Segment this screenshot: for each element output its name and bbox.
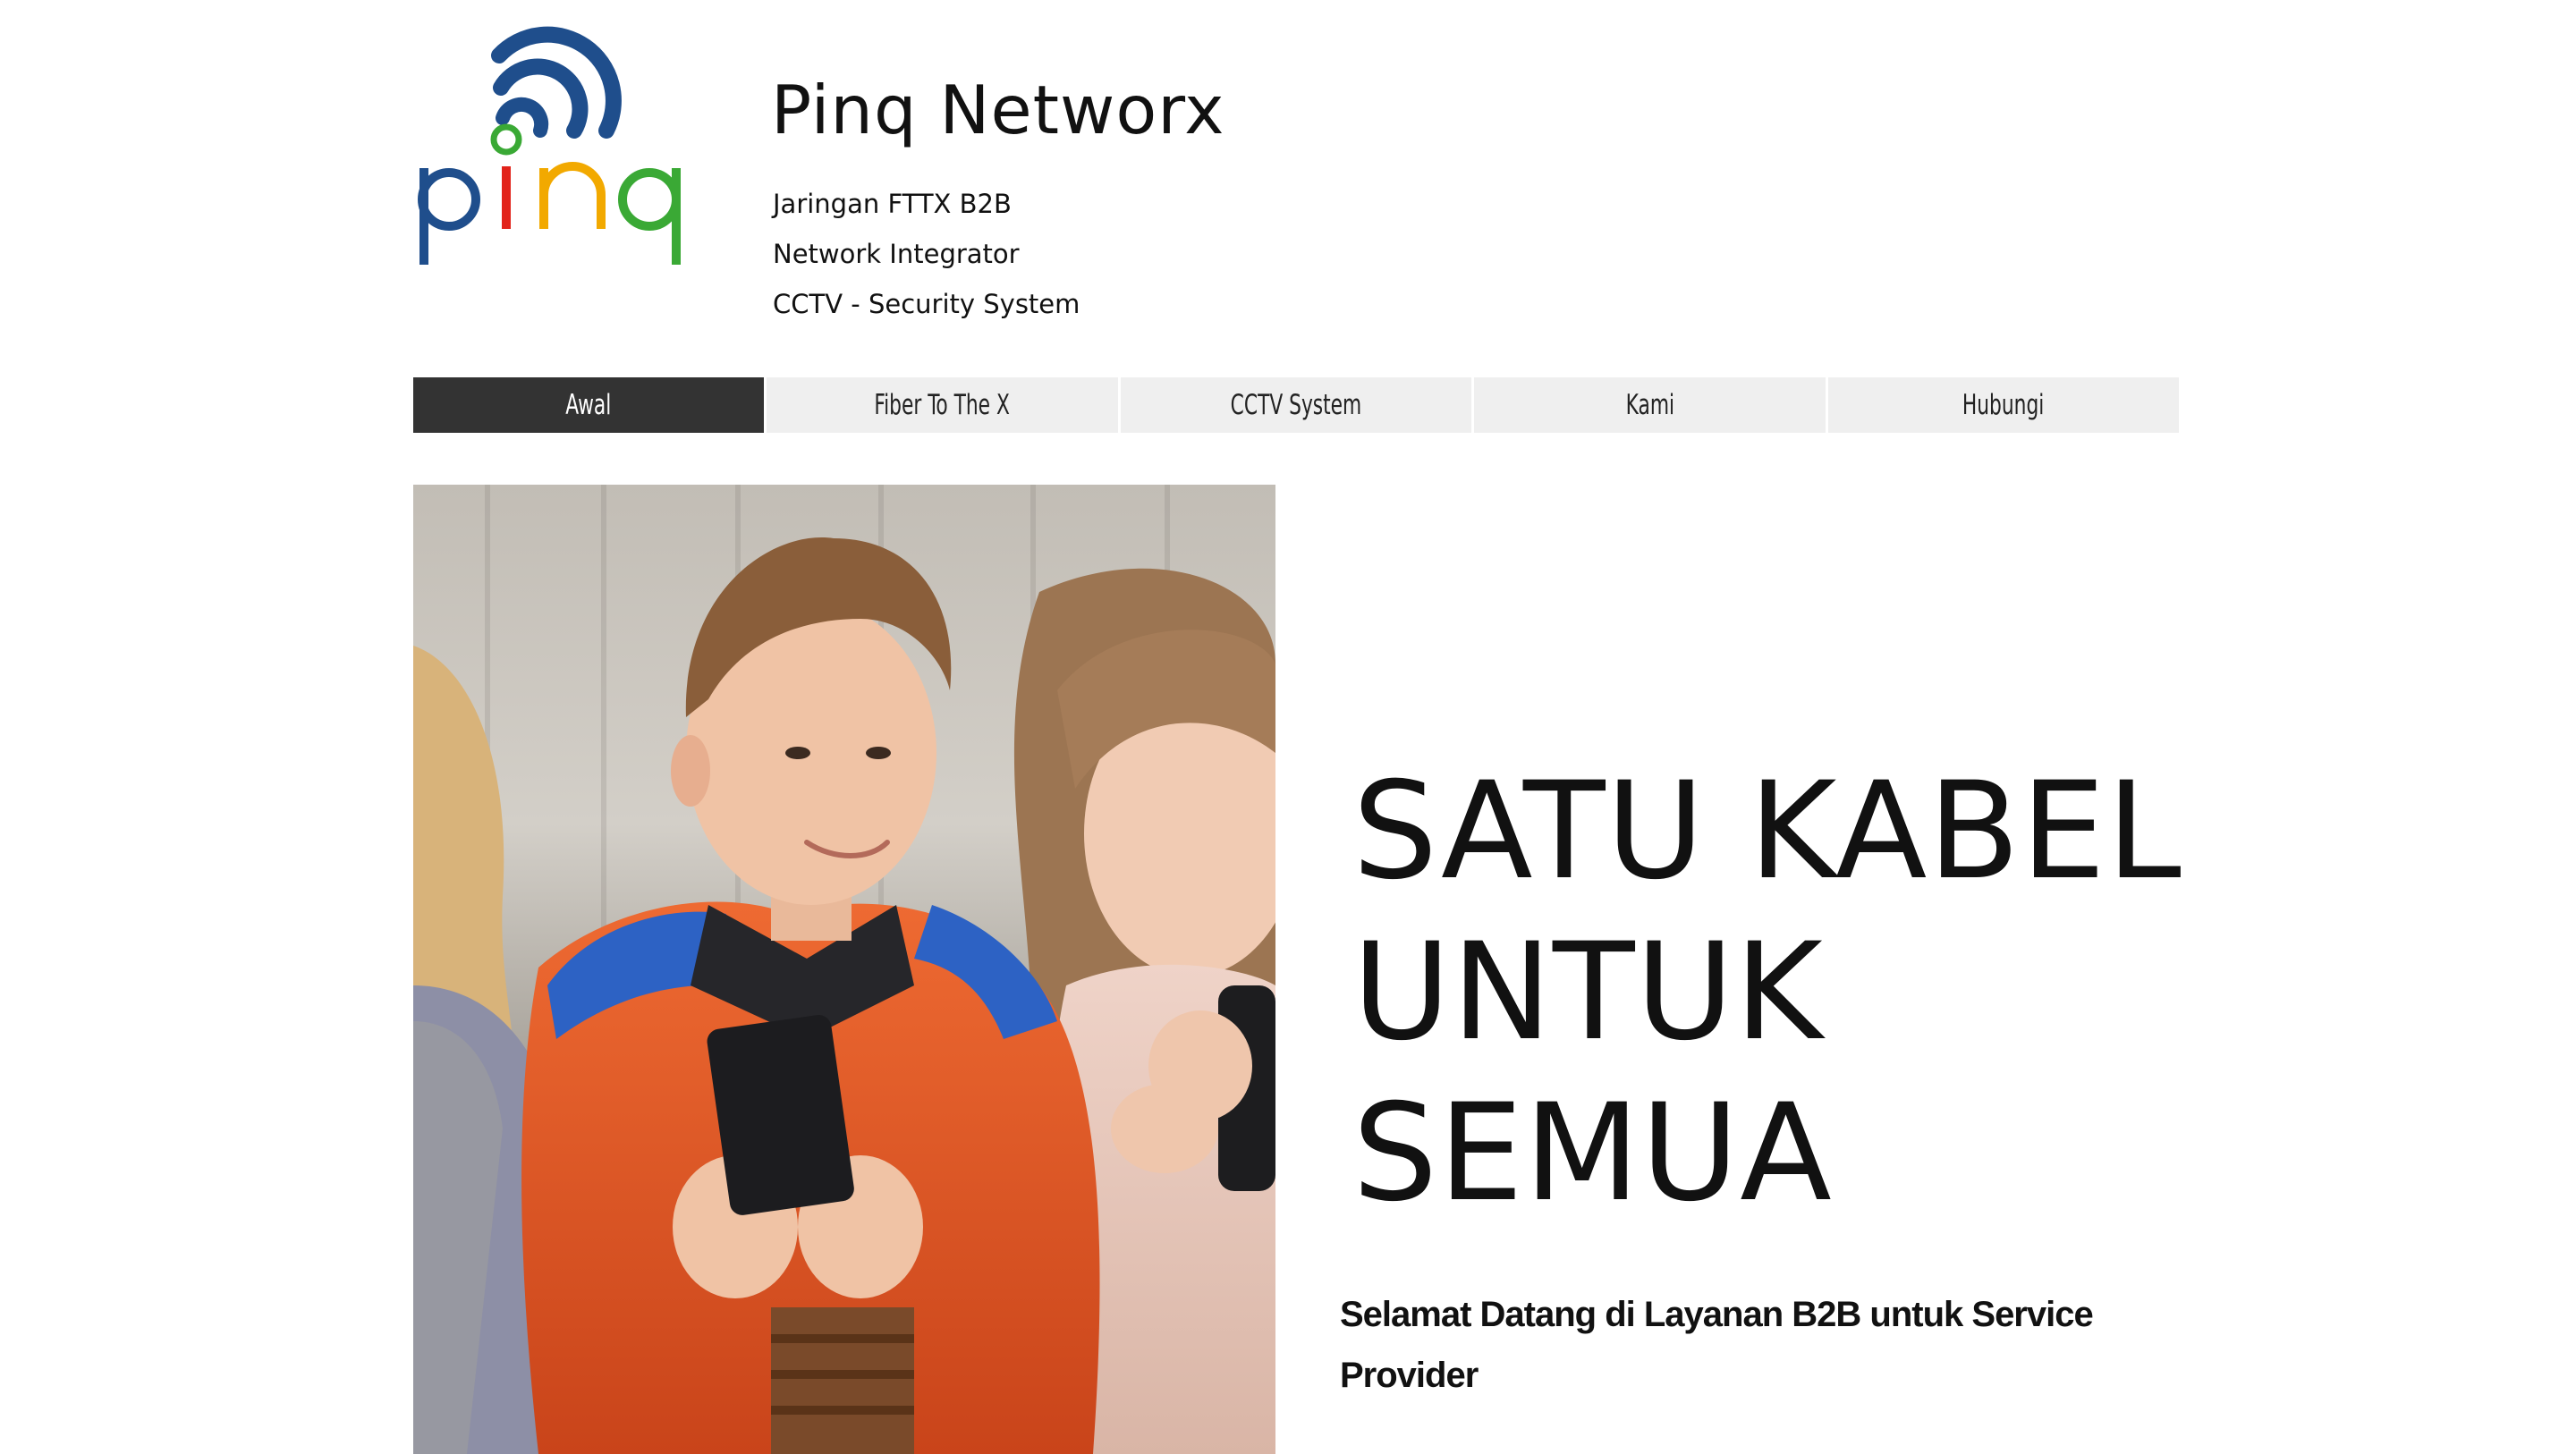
hero-photo (413, 485, 1275, 1454)
nav-item-label: CCTV System (1230, 389, 1362, 421)
headline-line-2: UNTUK (1352, 915, 1824, 1070)
nav-item-label: Kami (1625, 389, 1674, 421)
page: Pinq Networx Jaringan FTTX B2B Network I… (0, 0, 2576, 1454)
children-with-smartphones-photo-icon (413, 485, 1275, 1454)
headline-line-1: SATU KABEL (1352, 754, 2182, 909)
nav-item-fiber-to-the-x[interactable]: Fiber To The X (767, 377, 1118, 433)
taglines: Jaringan FTTX B2B Network Integrator CCT… (773, 179, 1080, 329)
nav-item-label: Hubungi (1962, 389, 2045, 421)
nav-item-cctv-system[interactable]: CCTV System (1120, 377, 1472, 433)
site-title[interactable]: Pinq Networx (771, 77, 1224, 144)
main-nav: Awal Fiber To The X CCTV System Kami Hub… (413, 377, 2180, 433)
headline-line-3: SEMUA (1352, 1076, 1833, 1231)
nav-item-label: Fiber To The X (874, 389, 1011, 421)
nav-item-kami[interactable]: Kami (1474, 377, 1826, 433)
nav-item-label: Awal (565, 389, 612, 421)
tagline-fttx: Jaringan FTTX B2B (773, 189, 1012, 219)
tagline-cctv: CCTV - Security System (773, 289, 1080, 319)
hero-headline: SATU KABEL UNTUK SEMUA (1352, 751, 2182, 1234)
logo-icon (418, 26, 681, 265)
tagline-network-integrator: Network Integrator (773, 239, 1020, 269)
pinq-logo[interactable] (413, 25, 699, 266)
welcome-text: Selamat Datang di Layanan B2B untuk Serv… (1340, 1295, 2094, 1395)
nav-item-hubungi[interactable]: Hubungi (1827, 377, 2180, 433)
nav-item-awal[interactable]: Awal (413, 377, 765, 433)
